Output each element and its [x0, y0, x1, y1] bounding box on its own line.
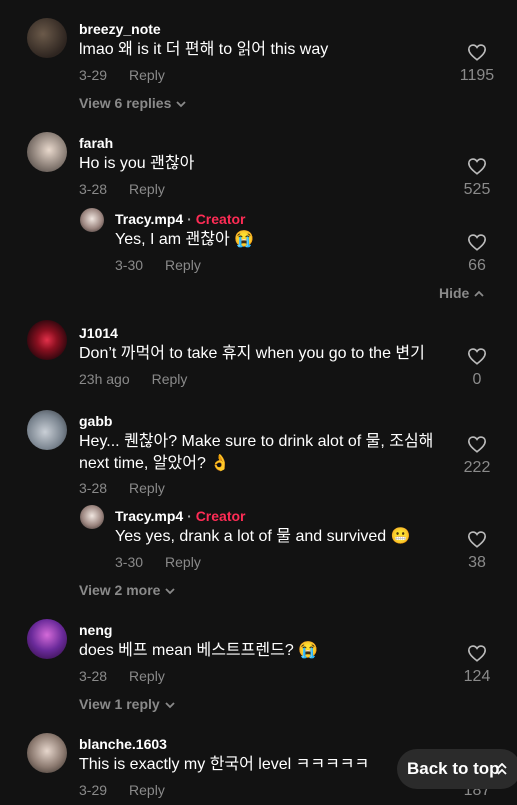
comment-meta: 3-29 Reply: [79, 782, 165, 798]
comment-text: Ho is you 괜찮아: [79, 155, 195, 172]
comment-date: 23h ago: [79, 371, 130, 387]
like-count: 66: [468, 257, 486, 274]
chevron-down-icon: [165, 588, 176, 595]
avatar[interactable]: [27, 320, 67, 360]
like-count: 38: [468, 554, 486, 571]
reply-button[interactable]: Reply: [152, 371, 188, 387]
like-count: 222: [463, 459, 491, 476]
view-more-replies-button[interactable]: View 2 more: [79, 582, 176, 598]
reply-username-line: Tracy.mp4 · Creator: [115, 508, 245, 524]
comment-meta: 3-28 Reply: [79, 480, 165, 496]
avatar[interactable]: [80, 208, 104, 232]
view-replies-label: View 6 replies: [79, 95, 172, 111]
like-button[interactable]: 124: [447, 644, 507, 686]
like-button[interactable]: 222: [447, 435, 507, 477]
view-replies-button[interactable]: View 1 reply: [79, 696, 176, 712]
comment-username[interactable]: breezy_note: [79, 21, 161, 37]
heart-outline-icon: [467, 645, 487, 662]
comment-text: This is exactly my 한국어 level ㅋㅋㅋㅋㅋ: [79, 756, 370, 773]
comment-username[interactable]: farah: [79, 135, 113, 151]
comment-text: lmao 왜 is it 더 편해 to 읽어 this way: [79, 41, 329, 58]
comment-date: 3-29: [79, 782, 108, 798]
avatar[interactable]: [27, 410, 67, 450]
comment-text: Don’t 까먹어 to take 휴지 when you go to the …: [79, 345, 425, 362]
reply-button[interactable]: Reply: [129, 668, 165, 684]
avatar[interactable]: [27, 18, 67, 58]
double-chevron-up-icon: [497, 763, 507, 775]
reply-button[interactable]: Reply: [129, 67, 165, 83]
creator-badge: Creator: [195, 508, 246, 524]
hide-replies-button[interactable]: Hide: [439, 285, 485, 301]
creator-badge: Creator: [195, 211, 246, 227]
reply-username[interactable]: Tracy.mp4: [115, 211, 183, 227]
comment-username[interactable]: blanche.1603: [79, 736, 167, 752]
comment-meta: 3-28 Reply: [79, 181, 165, 197]
comment-text-line2: next time, 알았어? 👌: [79, 455, 231, 472]
comment-username[interactable]: gabb: [79, 413, 112, 429]
reply-button[interactable]: Reply: [129, 480, 165, 496]
reply-button[interactable]: Reply: [165, 257, 201, 273]
avatar[interactable]: [27, 132, 67, 172]
reply-button[interactable]: Reply: [129, 181, 165, 197]
heart-outline-icon: [467, 436, 487, 453]
reply-username[interactable]: Tracy.mp4: [115, 508, 183, 524]
like-button[interactable]: 66: [447, 233, 507, 275]
heart-outline-icon: [467, 44, 487, 61]
avatar[interactable]: [80, 505, 104, 529]
like-count: 1195: [459, 67, 495, 84]
like-button[interactable]: 1195: [447, 43, 507, 85]
comment-username[interactable]: J1014: [79, 325, 118, 341]
comment-date: 3-29: [79, 67, 108, 83]
avatar[interactable]: [27, 619, 67, 659]
comment-date: 3-28: [79, 668, 108, 684]
comment-text: does 베프 mean 베스트프렌드? 😭: [79, 642, 319, 659]
reply-text: Yes yes, drank a lot of 물 and survived 😬: [115, 528, 411, 545]
back-to-top-button[interactable]: Back to top: [397, 749, 517, 789]
like-count: 124: [463, 668, 491, 685]
like-button[interactable]: 525: [447, 157, 507, 199]
view-replies-label: View 1 reply: [79, 696, 160, 712]
heart-outline-icon: [467, 234, 487, 251]
comment-meta: 3-29 Reply: [79, 67, 165, 83]
comment-meta: 3-28 Reply: [79, 668, 165, 684]
avatar[interactable]: [27, 733, 67, 773]
heart-outline-icon: [467, 158, 487, 175]
like-button[interactable]: 0: [447, 347, 507, 389]
separator: ·: [187, 508, 192, 524]
hide-label: Hide: [439, 285, 470, 301]
like-count: 525: [463, 181, 491, 198]
reply-meta: 3-30 Reply: [115, 554, 201, 570]
reply-date: 3-30: [115, 554, 144, 570]
comment-text: Hey... 퀜찮아? Make sure to drink alot of 물…: [79, 433, 434, 450]
reply-meta: 3-30 Reply: [115, 257, 201, 273]
view-more-label: View 2 more: [79, 582, 161, 598]
reply-username-line: Tracy.mp4 · Creator: [115, 211, 245, 227]
chevron-down-icon: [165, 702, 175, 709]
heart-outline-icon: [467, 348, 487, 365]
back-to-top-label: Back to top: [407, 759, 500, 778]
comment-username[interactable]: neng: [79, 622, 112, 638]
comment-date: 3-28: [79, 480, 108, 496]
comment-date: 3-28: [79, 181, 108, 197]
reply-date: 3-30: [115, 257, 144, 273]
comment-meta: 23h ago Reply: [79, 371, 187, 387]
chevron-down-icon: [176, 101, 186, 108]
like-count: 0: [472, 371, 482, 388]
view-replies-button[interactable]: View 6 replies: [79, 95, 187, 111]
reply-button[interactable]: Reply: [165, 554, 201, 570]
like-button[interactable]: 38: [447, 530, 507, 572]
separator: ·: [187, 211, 192, 227]
reply-text: Yes, I am 괜찮아 😭: [115, 231, 255, 248]
reply-button[interactable]: Reply: [129, 782, 165, 798]
chevron-up-icon: [474, 291, 484, 297]
heart-outline-icon: [467, 531, 487, 548]
